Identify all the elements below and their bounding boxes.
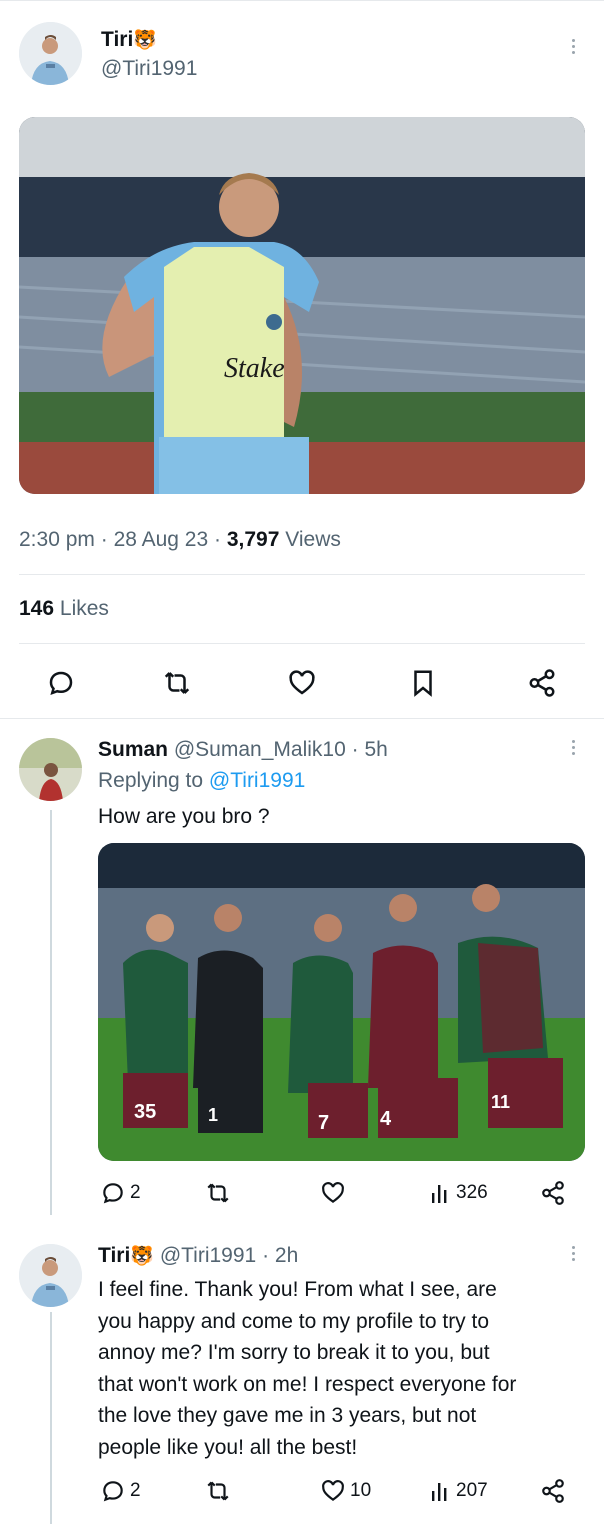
thread-line [50, 810, 52, 1215]
reply-button[interactable]: 2 [100, 1180, 141, 1206]
reply-button[interactable]: 2 [100, 1478, 141, 1504]
reply-text-line: you happy and come to my profile to try … [98, 1309, 490, 1333]
views-button[interactable]: 326 [430, 1180, 488, 1206]
reply-text: I feel fine. Thank you! From what I see,… [98, 1274, 588, 1463]
views-count: 326 [456, 1182, 488, 1203]
thread-line [50, 1312, 52, 1524]
reply-text-line: people like you! all the best! [98, 1435, 358, 1459]
views-button[interactable]: 207 [430, 1478, 488, 1504]
bookmark-icon [414, 670, 432, 697]
share-icon [529, 669, 555, 697]
replying-to-handle[interactable]: @Tiri1991 [209, 769, 305, 792]
likes-stat[interactable]: 146 Likes [19, 597, 109, 621]
retweet-button[interactable] [162, 668, 192, 698]
top-border [0, 0, 604, 5]
bar-chart-icon [432, 1185, 447, 1203]
divider [0, 718, 604, 719]
tweet-meta: 2:30 pm · 28 Aug 23 · 3,797 Views [19, 528, 341, 552]
reply-author-handle[interactable]: @Tiri1991 [160, 1244, 256, 1267]
tweet-photo[interactable]: Stake [19, 117, 585, 494]
share-icon [542, 1479, 564, 1503]
reply-text-line: that won't work on me! I respect everyon… [98, 1372, 517, 1396]
reply-author-handle[interactable]: @Suman_Malik10 [174, 738, 346, 761]
reply-icon [103, 1481, 123, 1502]
avatar-suman[interactable] [19, 738, 82, 801]
share-button[interactable] [527, 668, 557, 698]
replying-to: Replying to @Tiri1991 [98, 769, 305, 793]
like-button[interactable] [287, 668, 317, 698]
more-options-icon[interactable] [570, 1246, 576, 1261]
jersey-number: 35 [134, 1101, 156, 1123]
heart-icon [322, 1480, 344, 1501]
avatar-tiri[interactable] [19, 1244, 82, 1307]
reply-photo[interactable]: 35 1 7 4 11 [98, 843, 585, 1161]
reply-count: 2 [130, 1480, 141, 1501]
share-button[interactable] [540, 1478, 566, 1504]
author-name-text[interactable]: Tiri [101, 28, 133, 51]
retweet-icon [207, 1183, 229, 1203]
replying-to-label: Replying to [98, 769, 204, 792]
reply-author-name[interactable]: Suman [98, 738, 168, 761]
bookmark-button[interactable] [408, 668, 438, 698]
views-count: 3,797 [226, 528, 280, 551]
separator-dot: · [345, 738, 365, 761]
reply-icon [103, 1183, 123, 1204]
reply-count: 2 [130, 1182, 141, 1203]
separator-dot: · [94, 528, 114, 551]
likes-count: 146 [19, 597, 55, 620]
retweet-icon [207, 1481, 229, 1501]
tiger-emoji-icon: 🐯 [133, 30, 157, 51]
tweet-date[interactable]: 28 Aug 23 [114, 528, 209, 551]
jersey-number: 11 [491, 1092, 510, 1112]
jersey-number: 7 [318, 1112, 329, 1134]
reply-author-line: Tiri🐯 @Tiri1991 · 2h [98, 1244, 298, 1268]
like-button[interactable] [320, 1180, 346, 1206]
more-options-icon[interactable] [570, 740, 576, 755]
views-count: 207 [456, 1480, 488, 1501]
reply-text-line: annoy me? I'm sorry to break it to you, … [98, 1341, 490, 1364]
more-options-icon[interactable] [570, 39, 576, 54]
like-button[interactable]: 10 [320, 1478, 371, 1504]
sponsor-logo: Stake [224, 353, 285, 384]
separator-dot: · [256, 1244, 275, 1267]
heart-icon [289, 670, 315, 695]
reply-author-line: Suman @Suman_Malik10 · 5h [98, 738, 388, 762]
retweet-button[interactable] [205, 1478, 231, 1504]
divider [19, 643, 585, 644]
tiger-emoji-icon: 🐯 [130, 1246, 154, 1267]
author-name[interactable]: Tiri🐯 [101, 28, 157, 52]
likes-label: Likes [59, 597, 109, 620]
heart-icon [322, 1182, 344, 1203]
reply-age[interactable]: 2h [275, 1244, 298, 1267]
tweet-time[interactable]: 2:30 pm [19, 528, 95, 551]
share-button[interactable] [540, 1180, 566, 1206]
share-icon [542, 1181, 564, 1205]
reply-text-line: I feel fine. Thank you! From what I see,… [98, 1278, 497, 1301]
author-handle[interactable]: @Tiri1991 [101, 57, 197, 81]
retweet-icon [164, 672, 190, 694]
divider [19, 574, 585, 575]
reply-age[interactable]: 5h [364, 738, 387, 761]
bar-chart-icon [432, 1483, 447, 1501]
jersey-number: 4 [380, 1108, 392, 1130]
like-count: 10 [350, 1480, 372, 1501]
reply-icon [49, 671, 73, 695]
reply-text: How are you bro ? [98, 805, 270, 828]
retweet-button[interactable] [205, 1180, 231, 1206]
avatar-tiri[interactable] [19, 22, 82, 85]
jersey-number: 1 [208, 1105, 218, 1125]
reply-button[interactable] [46, 668, 76, 698]
separator-dot: · [208, 528, 227, 551]
reply-author-name[interactable]: Tiri [98, 1244, 130, 1267]
views-label: Views [285, 528, 341, 551]
reply-text-line: the love they gave me in 3 years, but no… [98, 1404, 477, 1427]
